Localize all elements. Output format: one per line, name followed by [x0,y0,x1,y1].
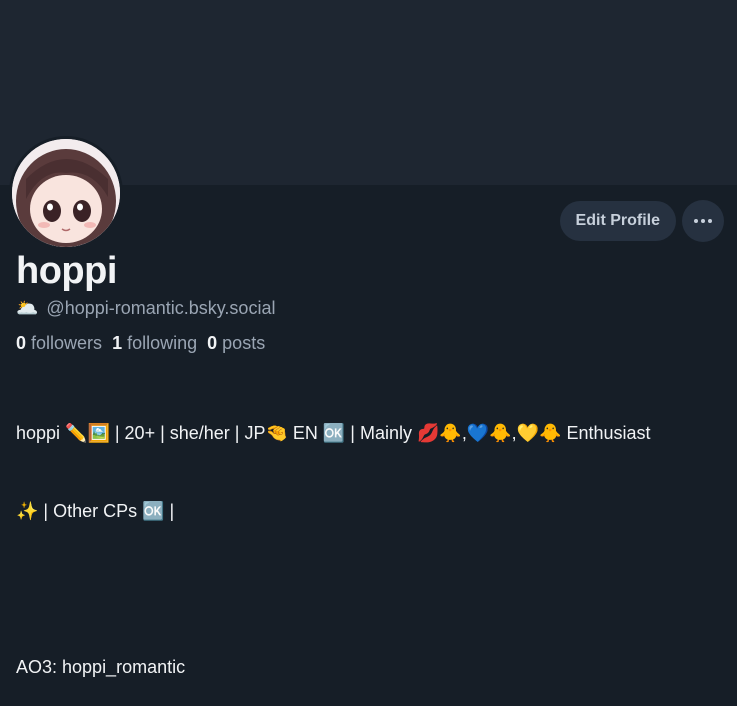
display-name: hoppi [16,250,117,292]
profile-stats: 0 followers 1 following 0 posts [16,333,265,354]
following-label: following [127,333,198,353]
weather-icon: 🌥️ [16,298,39,318]
posts-stat: 0 posts [207,333,265,354]
posts-count: 0 [207,333,218,353]
ellipsis-icon [694,219,698,223]
posts-label: posts [222,333,266,353]
profile-actions: Edit Profile [559,200,724,242]
followers-link[interactable]: 0 followers [16,333,102,354]
handle-row: 🌥️ @hoppi-romantic.bsky.social [16,298,275,319]
following-count: 1 [112,333,123,353]
profile-bio: hoppi ✏️🖼️ | 20+ | she/her | JP🤏 EN 🆗 | … [16,368,726,706]
avatar-illustration [12,139,120,247]
ellipsis-icon [701,219,705,223]
following-link[interactable]: 1 following [112,333,197,354]
bio-line [16,576,726,602]
ellipsis-icon [708,219,712,223]
edit-profile-button[interactable]: Edit Profile [559,201,676,241]
followers-label: followers [31,333,103,353]
followers-count: 0 [16,333,27,353]
more-options-button[interactable] [682,200,724,242]
bio-line: ✨ | Other CPs 🆗 | [16,501,175,521]
handle[interactable]: @hoppi-romantic.bsky.social [46,298,275,319]
bio-line: AO3: hoppi_romantic [16,657,186,677]
avatar[interactable] [9,136,123,250]
bio-line: hoppi ✏️🖼️ | 20+ | she/her | JP🤏 EN 🆗 | … [16,423,651,443]
